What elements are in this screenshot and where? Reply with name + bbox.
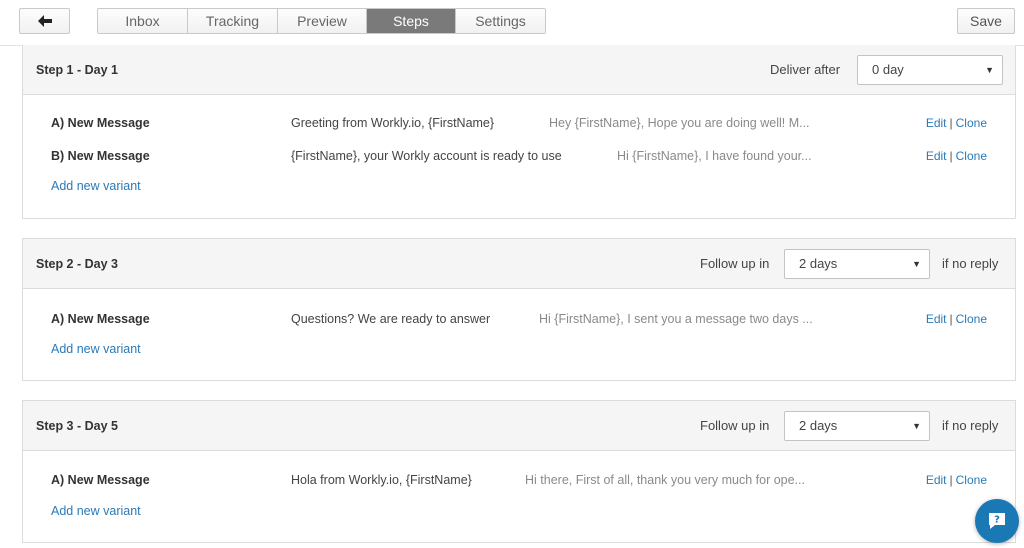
message-actions: Edit | Clone bbox=[925, 473, 987, 487]
follow-up-label: Follow up in bbox=[700, 256, 770, 271]
if-no-reply-label: if no reply bbox=[942, 418, 999, 433]
message-preview: Hi {FirstName}, I sent you a message two… bbox=[539, 312, 813, 326]
svg-text:?: ? bbox=[994, 515, 1000, 526]
message-row: A) New Message Hola from Workly.io, {Fir… bbox=[23, 470, 1015, 490]
step-title: Step 2 - Day 3 bbox=[36, 257, 118, 271]
follow-up-label: Follow up in bbox=[700, 418, 770, 433]
tab-inbox[interactable]: Inbox bbox=[98, 9, 188, 33]
deliver-after-select[interactable]: 0 day ▼ bbox=[857, 55, 1003, 85]
message-preview: Hey {FirstName}, Hope you are doing well… bbox=[549, 116, 810, 130]
message-actions: Edit | Clone bbox=[925, 149, 987, 163]
message-subject: Questions? We are ready to answer bbox=[291, 312, 491, 326]
add-variant-link[interactable]: Add new variant bbox=[51, 342, 141, 356]
step-header: Step 3 - Day 5 Follow up in 2 days ▼ if … bbox=[23, 401, 1015, 451]
select-value: 0 day bbox=[872, 62, 904, 77]
clone-link[interactable]: Clone bbox=[956, 473, 987, 487]
step-title: Step 1 - Day 1 bbox=[36, 63, 118, 77]
message-name[interactable]: A) New Message bbox=[51, 470, 150, 490]
edit-link[interactable]: Edit bbox=[926, 312, 947, 326]
step-header: Step 2 - Day 3 Follow up in 2 days ▼ if … bbox=[23, 239, 1015, 289]
back-button[interactable] bbox=[19, 8, 70, 34]
step-panel-3: Step 3 - Day 5 Follow up in 2 days ▼ if … bbox=[22, 400, 1016, 543]
if-no-reply-label: if no reply bbox=[942, 256, 999, 271]
edit-link[interactable]: Edit bbox=[926, 116, 947, 130]
help-chat-button[interactable]: ? bbox=[975, 499, 1019, 543]
toolbar: Inbox Tracking Preview Steps Settings Sa… bbox=[0, 0, 1024, 46]
message-preview: Hi there, First of all, thank you very m… bbox=[525, 473, 805, 487]
arrow-left-icon bbox=[37, 15, 52, 27]
follow-up-select[interactable]: 2 days ▼ bbox=[784, 411, 930, 441]
step-header: Step 1 - Day 1 Deliver after 0 day ▼ bbox=[23, 45, 1015, 95]
clone-link[interactable]: Clone bbox=[956, 116, 987, 130]
message-subject: Greeting from Workly.io, {FirstName} bbox=[291, 116, 495, 130]
tab-bar: Inbox Tracking Preview Steps Settings bbox=[97, 8, 546, 34]
select-value: 2 days bbox=[799, 256, 838, 271]
message-actions: Edit | Clone bbox=[925, 116, 987, 130]
tab-settings[interactable]: Settings bbox=[456, 9, 545, 33]
clone-link[interactable]: Clone bbox=[956, 149, 987, 163]
add-variant-link[interactable]: Add new variant bbox=[51, 179, 141, 193]
chevron-down-icon: ▼ bbox=[985, 65, 994, 75]
add-variant-link[interactable]: Add new variant bbox=[51, 504, 141, 518]
chevron-down-icon: ▼ bbox=[912, 259, 921, 269]
message-subject: {FirstName}, your Workly account is read… bbox=[291, 149, 562, 163]
select-value: 2 days bbox=[799, 418, 838, 433]
step-panel-2: Step 2 - Day 3 Follow up in 2 days ▼ if … bbox=[22, 238, 1016, 381]
save-button[interactable]: Save bbox=[957, 8, 1015, 34]
message-actions: Edit | Clone bbox=[925, 312, 987, 326]
edit-link[interactable]: Edit bbox=[926, 473, 947, 487]
help-chat-icon: ? bbox=[989, 513, 1005, 529]
tab-preview[interactable]: Preview bbox=[278, 9, 367, 33]
message-name[interactable]: A) New Message bbox=[51, 113, 150, 133]
follow-up-select[interactable]: 2 days ▼ bbox=[784, 249, 930, 279]
message-name[interactable]: A) New Message bbox=[51, 309, 150, 329]
step-panel-1: Step 1 - Day 1 Deliver after 0 day ▼ A) … bbox=[22, 45, 1016, 219]
step-title: Step 3 - Day 5 bbox=[36, 419, 118, 433]
message-row: B) New Message {FirstName}, your Workly … bbox=[23, 146, 1015, 166]
message-row: A) New Message Greeting from Workly.io, … bbox=[23, 113, 1015, 133]
message-preview: Hi {FirstName}, I have found your... bbox=[617, 149, 812, 163]
edit-link[interactable]: Edit bbox=[926, 149, 947, 163]
chevron-down-icon: ▼ bbox=[912, 421, 921, 431]
message-subject: Hola from Workly.io, {FirstName} bbox=[291, 473, 472, 487]
tab-steps[interactable]: Steps bbox=[367, 9, 456, 33]
tab-tracking[interactable]: Tracking bbox=[188, 9, 278, 33]
message-name[interactable]: B) New Message bbox=[51, 146, 150, 166]
message-row: A) New Message Questions? We are ready t… bbox=[23, 309, 1015, 329]
clone-link[interactable]: Clone bbox=[956, 312, 987, 326]
deliver-after-label: Deliver after bbox=[770, 62, 841, 77]
